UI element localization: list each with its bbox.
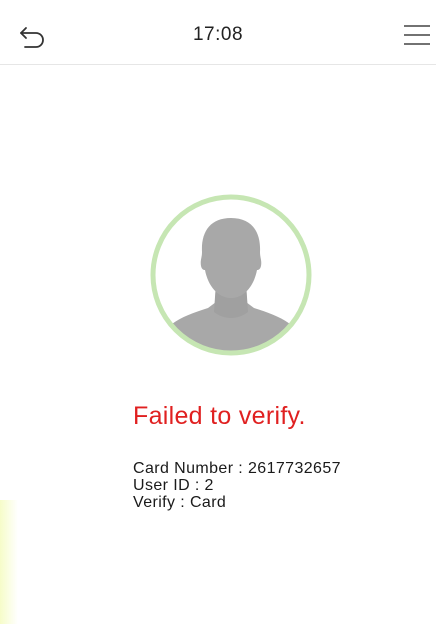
avatar — [146, 190, 316, 360]
user-id-line: User ID : 2 — [133, 477, 214, 494]
verification-failed-message: Failed to verify. — [133, 402, 306, 430]
card-number-line: Card Number : 2617732657 — [133, 460, 341, 477]
top-bar: 17:08 — [0, 0, 436, 65]
clock-time: 17:08 — [192, 24, 244, 45]
verification-details: Card Number : 2617732657 User ID : 2 Ver… — [133, 460, 341, 511]
verify-method-line: Verify : Card — [133, 494, 227, 511]
menu-button[interactable] — [400, 20, 434, 52]
edge-glow — [0, 500, 18, 624]
hamburger-menu-icon — [400, 20, 434, 52]
user-silhouette-icon — [150, 194, 312, 356]
verification-screen: 17:08 Failed to verify. Card Number: 26… — [0, 0, 436, 624]
